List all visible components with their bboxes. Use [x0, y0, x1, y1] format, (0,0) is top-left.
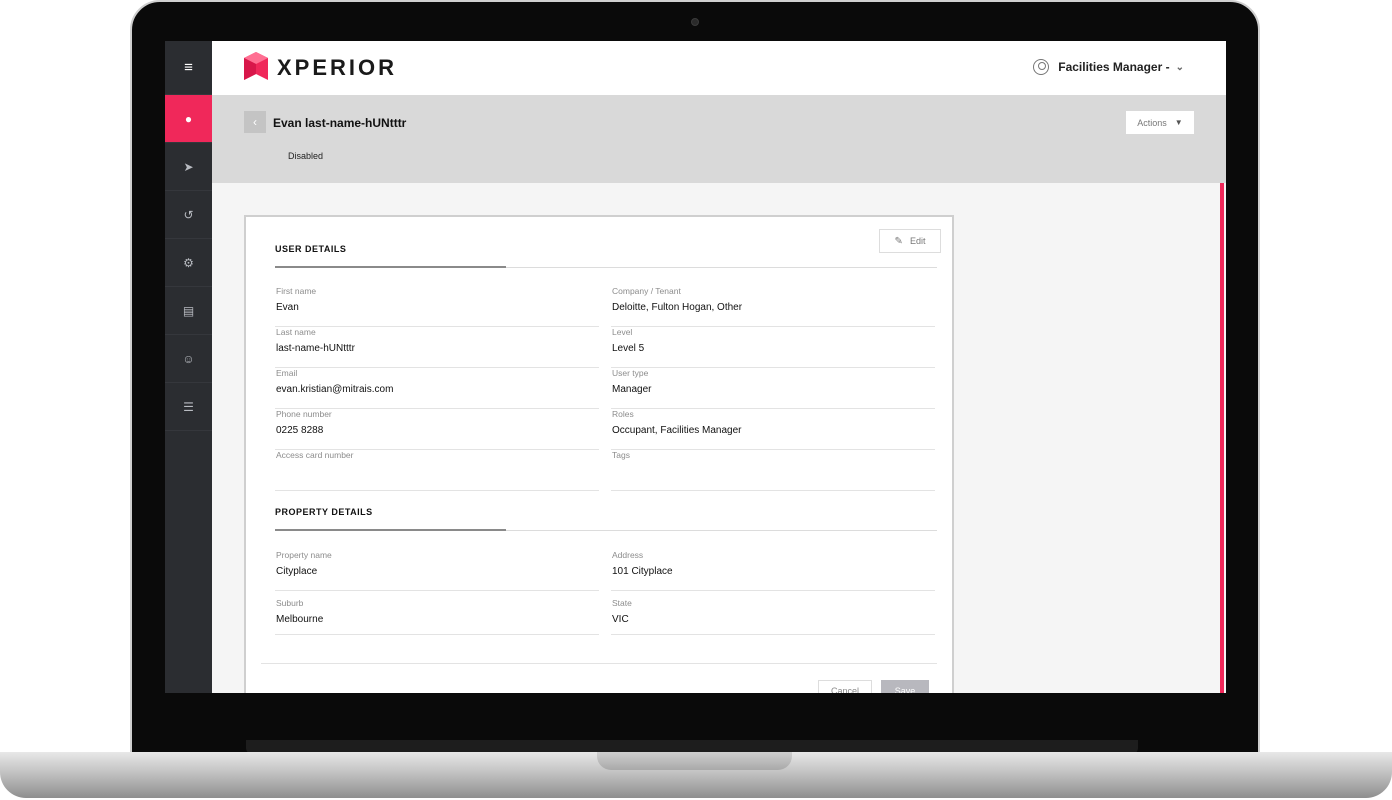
- field-label: Email: [276, 368, 298, 378]
- status-badge: Disabled: [288, 151, 324, 161]
- field-roles: Roles Occupant, Facilities Manager: [611, 409, 935, 450]
- settings-icon[interactable]: ⚙: [165, 239, 212, 287]
- page-header: ‹ Evan last-name-hUNtttr Disabled Action…: [212, 95, 1226, 183]
- user-avatar-icon: [1033, 59, 1050, 75]
- section-divider-strong: [275, 529, 506, 531]
- section-divider-strong: [275, 266, 506, 268]
- field-label: Phone number: [276, 409, 332, 419]
- field-label: Suburb: [276, 598, 304, 608]
- field-value[interactable]: 101 Cityplace: [612, 566, 673, 577]
- user-details-card: ✎ Edit USER DETAILS First name Evan Comp…: [244, 215, 954, 693]
- save-button[interactable]: Save: [881, 680, 929, 693]
- field-label: Level: [612, 327, 633, 337]
- camera-icon: [691, 18, 699, 26]
- edit-label: Edit: [909, 236, 926, 246]
- field-label: Access card number: [276, 450, 354, 460]
- field-label: Tags: [612, 450, 630, 460]
- field-value[interactable]: Melbourne: [276, 614, 323, 625]
- field-value[interactable]: Evan: [276, 302, 299, 313]
- sidebar: ≡ ● ➤ ↺ ⚙ ▤ ☺ ☰: [165, 41, 212, 693]
- section-title-property-details: PROPERTY DETAILS: [275, 507, 373, 517]
- field-label: Address: [612, 550, 644, 560]
- field-email: Email evan.kristian@mitrais.com: [275, 368, 599, 409]
- field-last-name: Last name last-name-hUNtttr: [275, 327, 599, 368]
- user-menu[interactable]: Facilities Manager - ⌄: [1033, 59, 1184, 75]
- field-access-card-number: Access card number: [275, 450, 599, 491]
- send-icon[interactable]: ➤: [165, 143, 212, 191]
- field-value[interactable]: Deloitte, Fulton Hogan, Other: [612, 302, 742, 313]
- field-label: First name: [276, 286, 317, 296]
- field-address: Address 101 Cityplace: [611, 550, 935, 591]
- field-user-type: User type Manager: [611, 368, 935, 409]
- top-bar: XPERIOR Facilities Manager - ⌄: [212, 41, 1226, 95]
- field-label: User type: [612, 368, 649, 378]
- field-label: Property name: [276, 550, 332, 560]
- footer-divider: [261, 663, 937, 664]
- field-label: Roles: [612, 409, 634, 419]
- field-suburb: Suburb Melbourne: [275, 598, 599, 635]
- field-value[interactable]: Manager: [612, 384, 651, 395]
- logo-text: XPERIOR: [277, 55, 398, 80]
- accent-bar: [1220, 183, 1224, 693]
- laptop-notch: [597, 752, 792, 770]
- field-phone-number: Phone number 0225 8288: [275, 409, 599, 450]
- list-icon[interactable]: ☰: [165, 383, 212, 431]
- chevron-down-icon: ⌄: [1175, 61, 1184, 73]
- user-icon[interactable]: ●: [165, 95, 212, 143]
- page-title: Evan last-name-hUNtttr: [273, 116, 407, 130]
- app-screen: ≡ ● ➤ ↺ ⚙ ▤ ☺ ☰ XPERIOR Facilities Manag…: [165, 41, 1226, 693]
- field-value[interactable]: Cityplace: [276, 566, 317, 577]
- field-level: Level Level 5: [611, 327, 935, 368]
- field-company-tenant: Company / Tenant Deloitte, Fulton Hogan,…: [611, 286, 935, 327]
- user-role: Facilities Manager -: [1058, 60, 1170, 74]
- actions-dropdown[interactable]: Actions ▼: [1126, 111, 1194, 134]
- group-icon[interactable]: ☺: [165, 335, 212, 383]
- field-value[interactable]: evan.kristian@mitrais.com: [276, 384, 393, 395]
- field-label: Company / Tenant: [612, 286, 681, 296]
- field-value[interactable]: Level 5: [612, 343, 644, 354]
- field-first-name: First name Evan: [275, 286, 599, 327]
- history-icon[interactable]: ↺: [165, 191, 212, 239]
- section-title-user-details: USER DETAILS: [275, 244, 347, 254]
- logo[interactable]: XPERIOR: [244, 52, 397, 84]
- back-button[interactable]: ‹: [244, 111, 266, 133]
- cancel-button[interactable]: Cancel: [818, 680, 872, 693]
- field-value[interactable]: Occupant, Facilities Manager: [612, 425, 742, 436]
- field-value[interactable]: 0225 8288: [276, 425, 323, 436]
- edit-button[interactable]: ✎ Edit: [879, 229, 941, 253]
- field-tags: Tags: [611, 450, 935, 491]
- menu-icon[interactable]: ≡: [165, 41, 212, 95]
- actions-label: Actions: [1137, 117, 1167, 128]
- field-state: State VIC: [611, 598, 935, 635]
- pencil-icon: ✎: [894, 235, 903, 247]
- field-value[interactable]: last-name-hUNtttr: [276, 343, 355, 354]
- document-icon[interactable]: ▤: [165, 287, 212, 335]
- field-label: Last name: [276, 327, 316, 337]
- field-label: State: [612, 598, 632, 608]
- field-value[interactable]: VIC: [612, 614, 629, 625]
- field-property-name: Property name Cityplace: [275, 550, 599, 591]
- logo-mark-icon: [244, 52, 268, 80]
- caret-down-icon: ▼: [1174, 118, 1183, 127]
